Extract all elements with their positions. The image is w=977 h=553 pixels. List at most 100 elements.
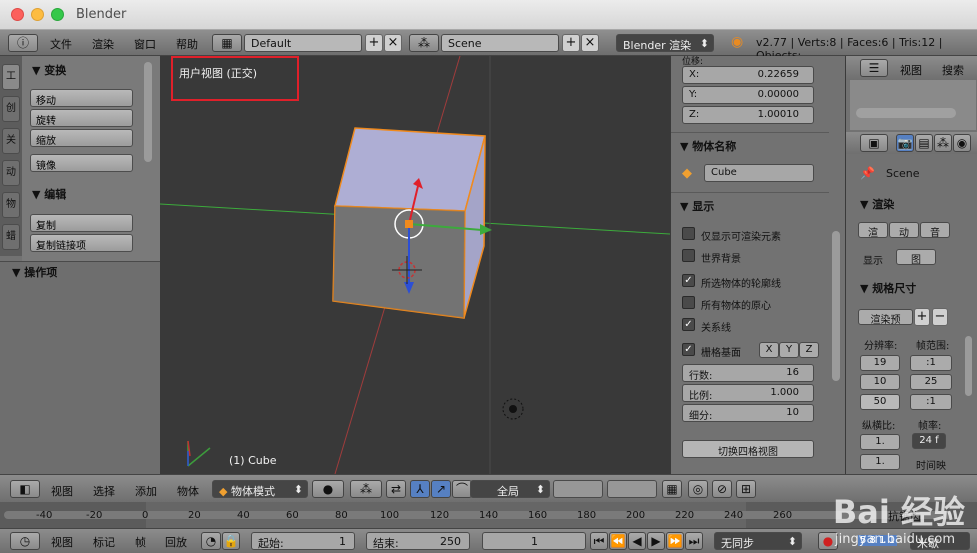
frame-end-input[interactable]: 结束: 250 [366, 532, 470, 550]
operator-header[interactable]: ▼ 操作项 [12, 264, 57, 280]
preview-range-icon[interactable]: ◔ [201, 532, 221, 550]
properties-editor-scrollbar[interactable] [965, 336, 972, 396]
render-header[interactable]: ▼ 渲染 [860, 196, 894, 212]
tab-create[interactable]: 创 [2, 96, 20, 122]
menu-view[interactable]: 视图 [51, 483, 73, 499]
jump-keyframe-forward-icon[interactable]: ⏩ [666, 532, 684, 550]
display-select[interactable]: 图 [896, 249, 936, 266]
frame-step-field[interactable]: :1 [910, 394, 952, 410]
world-tab-icon[interactable]: ◉ [953, 134, 971, 152]
menu-object[interactable]: 物体 [177, 483, 199, 499]
grid-axis-y-button[interactable]: Y [779, 342, 799, 358]
scene-field[interactable]: Scene [441, 34, 559, 52]
outline-selected-checkbox[interactable]: ✓ [682, 274, 695, 287]
translate-manipulator-button[interactable]: ⅄ [410, 480, 430, 498]
scale-button[interactable]: 缩放 [30, 129, 133, 147]
location-y-field[interactable]: Y: 0.00000 [682, 86, 814, 104]
render-audio-button[interactable]: 音 [920, 222, 950, 239]
resolution-x-field[interactable]: 19 [860, 355, 900, 371]
duplicate-linked-button[interactable]: 复制链接项 [30, 234, 133, 252]
frame-start-field[interactable]: :1 [910, 355, 952, 371]
play-reverse-icon[interactable]: ◀ [628, 532, 646, 550]
move-button[interactable]: 移动 [30, 89, 133, 107]
add-scene-icon[interactable]: + [562, 34, 580, 52]
render-preset-select[interactable]: 渲染预 [858, 309, 913, 326]
menu-window[interactable]: 窗口 [134, 36, 156, 52]
resolution-y-field[interactable]: 10 [860, 374, 900, 390]
lock-layers-icon[interactable]: ▦ [662, 480, 682, 498]
play-icon[interactable]: ▶ [647, 532, 665, 550]
lock-icon[interactable]: 🔒 [222, 532, 240, 550]
remove-preset-icon[interactable]: − [932, 308, 948, 326]
mode-select[interactable]: ◆ 物体模式 ⬍ [212, 480, 308, 498]
tab-grease-pencil[interactable]: 蜡 [2, 224, 20, 250]
render-engine-select[interactable]: Blender 渲染 ⬍ [616, 34, 714, 52]
timeline-menu-frame[interactable]: 帧 [135, 534, 146, 550]
tab-physics[interactable]: 物 [2, 192, 20, 218]
world-background-checkbox[interactable] [682, 249, 695, 262]
tab-relations[interactable]: 关 [2, 128, 20, 154]
outliner-scrollbar[interactable] [856, 108, 956, 118]
zoom-window-button[interactable] [51, 8, 64, 21]
orientation-select[interactable]: 全局 ⬍ [470, 480, 550, 498]
menu-add[interactable]: 添加 [135, 483, 157, 499]
transform-header[interactable]: ▼ 变换 [32, 62, 66, 78]
outliner-search-menu[interactable]: 搜索 [942, 62, 964, 78]
grid-axis-z-button[interactable]: Z [799, 342, 819, 358]
layout-icon[interactable]: ▦ [212, 34, 242, 52]
proportional-edit-icon[interactable]: ◎ [688, 480, 708, 498]
shading-select[interactable]: ● [312, 480, 344, 498]
scale-manipulator-button[interactable]: ⌒ [452, 480, 472, 498]
close-window-button[interactable] [11, 8, 24, 21]
outliner-type-icon[interactable]: ☰ [860, 59, 888, 77]
mirror-button[interactable]: 镜像 [30, 154, 133, 172]
sync-select[interactable]: 无同步 ⬍ [714, 532, 802, 550]
menu-help[interactable]: 帮助 [176, 36, 198, 52]
add-layout-icon[interactable]: + [365, 34, 383, 52]
layout-field[interactable]: Default [244, 34, 362, 52]
location-z-field[interactable]: Z: 1.00010 [682, 106, 814, 124]
menu-file[interactable]: 文件 [50, 36, 72, 52]
rotate-button[interactable]: 旋转 [30, 109, 133, 127]
tab-tools[interactable]: 工 [2, 64, 20, 90]
grid-scale-field[interactable]: 比例: 1.000 [682, 384, 814, 402]
editor-type-icon[interactable]: ⓘ [8, 34, 38, 52]
remove-layout-icon[interactable]: × [384, 34, 402, 52]
timeline-menu-playback[interactable]: 回放 [165, 534, 187, 550]
tool-shelf-scrollbar[interactable] [144, 62, 152, 162]
3d-viewport[interactable]: 用户视图 (正交) (1) Cube [160, 56, 670, 474]
only-render-checkbox[interactable] [682, 227, 695, 240]
grid-lines-field[interactable]: 行数: 16 [682, 364, 814, 382]
rotate-manipulator-button[interactable]: ↗ [431, 480, 451, 498]
jump-keyframe-back-icon[interactable]: ⏪ [609, 532, 627, 550]
timeline-menu-marker[interactable]: 标记 [93, 534, 115, 550]
snap-toggle-icon[interactable]: ⊘ [712, 480, 732, 498]
layers-tab-icon[interactable]: ▤ [915, 134, 933, 152]
scene-tab-icon[interactable]: ⁂ [934, 134, 952, 152]
object-name-header[interactable]: ▼ 物体名称 [680, 138, 736, 154]
toggle-quad-view-button[interactable]: 切换四格视图 [682, 440, 814, 458]
minimize-window-button[interactable] [31, 8, 44, 21]
properties-type-icon[interactable]: ▣ [860, 134, 888, 152]
grid-subdivisions-field[interactable]: 细分: 10 [682, 404, 814, 422]
remove-scene-icon[interactable]: × [581, 34, 599, 52]
tab-animation[interactable]: 动 [2, 160, 20, 186]
snap-element-icon[interactable]: ⊞ [736, 480, 756, 498]
layers-grid-right[interactable] [607, 480, 657, 498]
frame-end-field[interactable]: 25 [910, 374, 952, 390]
jump-start-icon[interactable]: ⏮ [590, 532, 608, 550]
resolution-percent-field[interactable]: 50 [860, 394, 900, 410]
dimensions-header[interactable]: ▼ 规格尺寸 [860, 280, 916, 296]
menu-render[interactable]: 渲染 [92, 36, 114, 52]
timeline-menu-view[interactable]: 视图 [51, 534, 73, 550]
object-name-field[interactable]: Cube [704, 164, 814, 182]
current-frame-input[interactable]: 1 [482, 532, 586, 550]
fps-select[interactable]: 24 f [912, 433, 946, 449]
render-tab-icon[interactable]: 📷 [896, 134, 914, 152]
properties-scrollbar[interactable] [832, 231, 840, 381]
display-header[interactable]: ▼ 显示 [680, 198, 714, 214]
layers-grid-left[interactable] [553, 480, 603, 498]
manipulator-toggle[interactable]: ⇄ [386, 480, 406, 498]
edit-header[interactable]: ▼ 编辑 [32, 186, 66, 202]
duplicate-button[interactable]: 复制 [30, 214, 133, 232]
